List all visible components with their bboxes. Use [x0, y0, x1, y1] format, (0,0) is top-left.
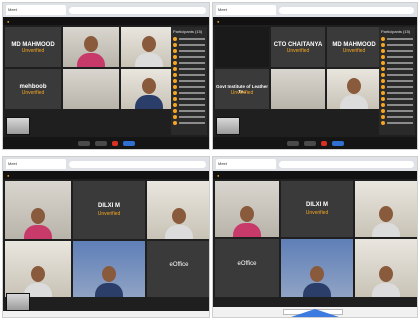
- browser-bar: Meet: [213, 3, 417, 17]
- participants-panel: Participants (15): [379, 27, 415, 135]
- participant-figure: [233, 206, 261, 237]
- browser-bar: Meet: [3, 3, 209, 17]
- participant-name: eOffice: [169, 262, 189, 269]
- participant-figure: [372, 206, 400, 237]
- participants-header: Participants (15): [173, 29, 203, 34]
- participant-figure: [303, 266, 331, 297]
- app-bar: ●: [213, 17, 417, 25]
- app-bar: ●: [213, 171, 417, 179]
- participant-video[interactable]: [73, 241, 145, 297]
- self-view-video[interactable]: [6, 117, 30, 135]
- app-logo: ●: [7, 172, 10, 178]
- share-button[interactable]: [331, 140, 344, 146]
- participants-panel: Participants (15): [171, 27, 207, 135]
- video-grid: DILXI M Unverified eOffice: [5, 181, 209, 297]
- participant-video[interactable]: [327, 69, 381, 109]
- bottom-strip: [3, 311, 209, 317]
- camera-button[interactable]: [303, 140, 316, 146]
- participant-status: Unverified: [21, 47, 45, 54]
- video-grid: CTO CHAITANYA Unverified MD MAHMOOD Unve…: [215, 27, 381, 109]
- participant-video[interactable]: [271, 69, 325, 109]
- participant-status: Unverified: [230, 89, 254, 96]
- browser-bar: Meet: [3, 157, 209, 171]
- participant-video[interactable]: [355, 239, 417, 297]
- meeting-screenshot-3: Meet ● DILXI M Unverified eOffice: [2, 156, 210, 318]
- participant-figure: [372, 266, 400, 297]
- share-button[interactable]: [122, 140, 135, 146]
- participant-tile[interactable]: DILXI M Unverified: [281, 181, 353, 237]
- app-logo: ●: [217, 18, 220, 24]
- self-view-video[interactable]: [6, 293, 30, 311]
- browser-tab[interactable]: Meet: [216, 159, 276, 169]
- self-view-video[interactable]: [216, 117, 240, 135]
- mic-button[interactable]: [77, 140, 90, 146]
- participant-video[interactable]: [147, 181, 209, 239]
- participant-status: Unverified: [97, 211, 121, 218]
- participant-figure: [340, 78, 368, 109]
- participant-video[interactable]: [63, 69, 119, 109]
- browser-bar: Meet: [213, 157, 417, 171]
- address-bar[interactable]: [279, 6, 414, 14]
- participant-figure: [24, 208, 52, 239]
- participant-tile[interactable]: MD MAHMOOD Unverified: [5, 27, 61, 67]
- taskbar-indicator: [291, 309, 339, 317]
- participant-video[interactable]: [355, 181, 417, 237]
- leave-button[interactable]: [111, 140, 118, 146]
- browser-tab[interactable]: Meet: [6, 5, 66, 15]
- participant-status: Unverified: [286, 47, 310, 54]
- participant-tile[interactable]: [215, 27, 269, 67]
- participant-video[interactable]: [121, 27, 177, 67]
- participant-video[interactable]: [281, 239, 353, 297]
- app-bar: ●: [3, 171, 209, 179]
- participant-name: eOffice: [237, 261, 257, 268]
- meeting-screenshot-4: Meet ● DILXI M Unverified eOffice: [212, 156, 418, 318]
- meeting-screenshot-1: Meet ● MD MAHMOOD Unverified mehboob Unv…: [2, 2, 210, 150]
- participant-figure: [135, 78, 163, 109]
- participant-video[interactable]: [5, 241, 71, 297]
- meeting-controls: [213, 137, 417, 149]
- video-grid: MD MAHMOOD Unverified mehboob Unverified: [5, 27, 177, 109]
- participant-name: DILXI M: [306, 202, 328, 209]
- participant-figure: [95, 266, 123, 297]
- participant-figure: [135, 36, 163, 67]
- app-logo: ●: [217, 172, 220, 178]
- browser-tab[interactable]: Meet: [6, 159, 66, 169]
- participant-figure: [165, 208, 193, 239]
- participant-video[interactable]: [63, 27, 119, 67]
- participant-tile[interactable]: MD MAHMOOD Unverified: [327, 27, 381, 67]
- participant-status: Unverified: [21, 89, 45, 96]
- participant-figure: [77, 36, 105, 67]
- app-bar: ●: [3, 17, 209, 25]
- leave-button[interactable]: [320, 140, 327, 146]
- participant-status: Unverified: [305, 210, 329, 217]
- participant-name: DILXI M: [98, 203, 120, 210]
- mic-button[interactable]: [286, 140, 299, 146]
- participant-video[interactable]: [215, 181, 279, 237]
- address-bar[interactable]: [69, 160, 206, 168]
- participant-tile[interactable]: Govt Institute of Leather Te.. Unverifie…: [215, 69, 269, 109]
- participant-video[interactable]: [121, 69, 177, 109]
- address-bar[interactable]: [69, 6, 206, 14]
- video-grid: DILXI M Unverified eOffice: [215, 181, 417, 297]
- video-conference-collage: Meet ● MD MAHMOOD Unverified mehboob Unv…: [0, 0, 420, 320]
- address-bar[interactable]: [279, 160, 414, 168]
- browser-tab[interactable]: Meet: [216, 5, 276, 15]
- participant-tile[interactable]: DILXI M Unverified: [73, 181, 145, 239]
- meeting-screenshot-2: Meet ● CTO CHAITANYA Unverified MD MAHMO…: [212, 2, 418, 150]
- participant-tile[interactable]: CTO CHAITANYA Unverified: [271, 27, 325, 67]
- participant-tile[interactable]: eOffice: [215, 239, 279, 297]
- participant-tile[interactable]: mehboob Unverified: [5, 69, 61, 109]
- meeting-controls: [3, 137, 209, 149]
- participants-header: Participants (15): [381, 29, 411, 34]
- camera-button[interactable]: [94, 140, 107, 146]
- participant-status: Unverified: [342, 47, 366, 54]
- participant-tile[interactable]: eOffice: [147, 241, 209, 297]
- app-logo: ●: [7, 18, 10, 24]
- participant-video[interactable]: [5, 181, 71, 239]
